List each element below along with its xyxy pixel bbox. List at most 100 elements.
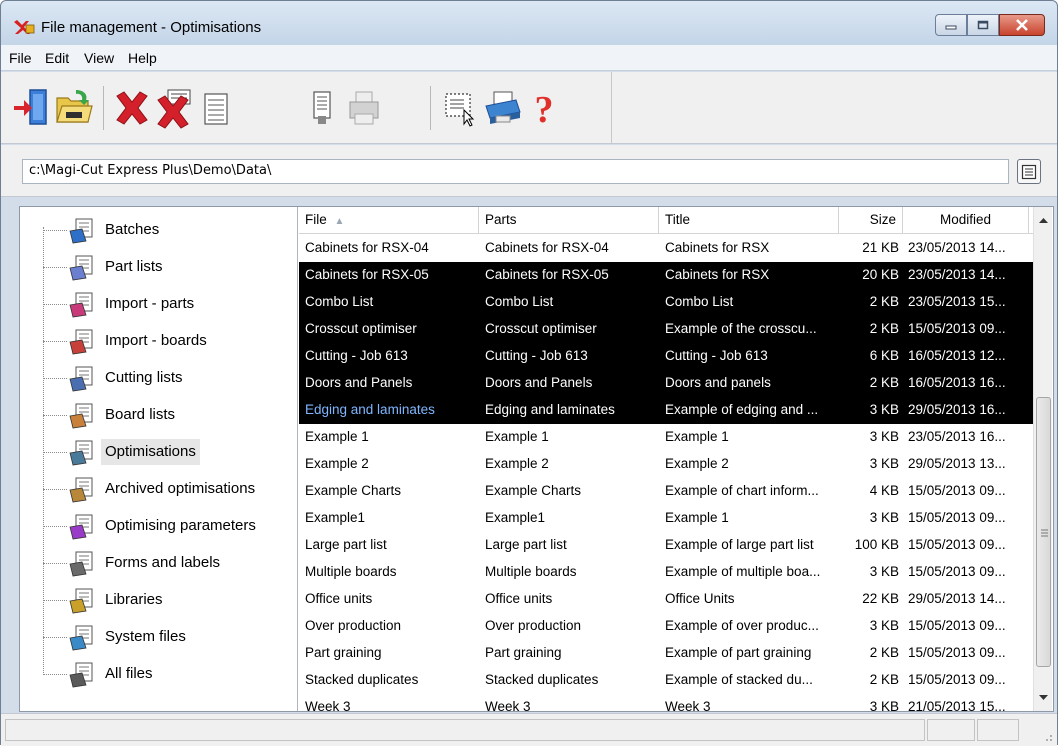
table-row[interactable]: Cabinets for RSX-04 Cabinets for RSX-04 Ca… bbox=[299, 235, 1033, 262]
tree-item-forms-and-labels[interactable]: Forms and labels bbox=[43, 546, 293, 582]
cell-file: Office units bbox=[305, 591, 373, 606]
cell-title: Example of part graining bbox=[665, 645, 812, 660]
table-row[interactable]: Large part list Large part list Example of… bbox=[299, 532, 1033, 559]
open-folder-button[interactable] bbox=[53, 84, 95, 132]
system-files-icon bbox=[69, 625, 93, 651]
menu-help[interactable]: Help bbox=[128, 50, 157, 66]
cell-modified: 16/05/2013 16... bbox=[908, 375, 1006, 390]
table-row[interactable]: Example Charts Example Charts Example of c… bbox=[299, 478, 1033, 505]
tree-item-batches[interactable]: Batches bbox=[43, 213, 293, 249]
resize-grip-icon[interactable] bbox=[1041, 730, 1053, 742]
scroll-down-icon[interactable] bbox=[1034, 687, 1053, 707]
tree-item-system-files[interactable]: System files bbox=[43, 620, 293, 656]
cell-size: 6 KB bbox=[869, 348, 899, 363]
cell-parts: Example Charts bbox=[485, 483, 582, 498]
status-pane-2 bbox=[927, 719, 975, 741]
print-preview-button[interactable] bbox=[301, 84, 343, 132]
table-row[interactable]: Part graining Part graining Example of par… bbox=[299, 640, 1033, 667]
title-bar[interactable]: File management - Optimisations bbox=[1, 1, 1057, 45]
delete-button[interactable] bbox=[111, 84, 153, 132]
table-row[interactable]: Edging and laminates Edging and laminates… bbox=[299, 397, 1033, 424]
properties-button[interactable] bbox=[195, 84, 237, 132]
table-row[interactable]: Multiple boards Multiple boards Example of… bbox=[299, 559, 1033, 586]
tree-item-label: Cutting lists bbox=[105, 369, 183, 386]
help-button[interactable]: ? bbox=[523, 84, 565, 132]
column-title[interactable]: Title bbox=[659, 207, 839, 234]
cell-size: 20 KB bbox=[862, 267, 899, 282]
table-row[interactable]: Office units Office units Office Units 22 K… bbox=[299, 586, 1033, 613]
table-row[interactable]: Doors and Panels Doors and Panels Doors an… bbox=[299, 370, 1033, 397]
column-size[interactable]: Size bbox=[839, 207, 903, 234]
batches-icon bbox=[69, 218, 93, 244]
cell-file: Example Charts bbox=[305, 483, 402, 498]
exit-button[interactable] bbox=[11, 84, 53, 132]
tree-item-cutting-lists[interactable]: Cutting lists bbox=[43, 361, 293, 397]
cell-title: Example 1 bbox=[665, 510, 729, 525]
tree-item-libraries[interactable]: Libraries bbox=[43, 583, 293, 619]
content-panel: Batches Part lists Import - parts Import - … bbox=[19, 206, 1054, 712]
vertical-scrollbar[interactable] bbox=[1033, 207, 1052, 711]
tree-item-optimisations[interactable]: Optimisations bbox=[43, 435, 293, 471]
menu-edit[interactable]: Edit bbox=[45, 50, 69, 66]
table-row[interactable]: Combo List Combo List Combo List 2 KB 23/05/… bbox=[299, 289, 1033, 316]
file-list: File ▲ Parts Title Size Modified Cabinet… bbox=[299, 207, 1053, 711]
cell-file: Cabinets for RSX-05 bbox=[305, 267, 429, 282]
cell-modified: 23/05/2013 15... bbox=[908, 294, 1006, 309]
cell-title: Office Units bbox=[665, 591, 735, 606]
cell-modified: 29/05/2013 14... bbox=[908, 591, 1006, 606]
tree-item-all-files[interactable]: All files bbox=[43, 657, 293, 693]
cell-modified: 15/05/2013 09... bbox=[908, 537, 1006, 552]
cell-modified: 15/05/2013 09... bbox=[908, 564, 1006, 579]
tree-item-label: Import - boards bbox=[105, 332, 207, 349]
table-row[interactable]: Example 2 Example 2 Example 2 3 KB 29/05/201… bbox=[299, 451, 1033, 478]
cell-parts: Part graining bbox=[485, 645, 562, 660]
tree-item-archived-optimisations[interactable]: Archived optimisations bbox=[43, 472, 293, 508]
properties-icon bbox=[204, 93, 228, 125]
column-modified[interactable]: Modified bbox=[903, 207, 1029, 234]
table-row[interactable]: Example1 Example1 Example 1 3 KB 15/05/2013 … bbox=[299, 505, 1033, 532]
maximize-button[interactable] bbox=[967, 14, 999, 36]
tree-item-optimising-parameters[interactable]: Optimising parameters bbox=[43, 509, 293, 545]
path-field[interactable]: c:\Magi-Cut Express Plus\Demo\Data\ bbox=[22, 159, 1009, 184]
table-row[interactable]: Crosscut optimiser Crosscut optimiser Exam… bbox=[299, 316, 1033, 343]
board-lists-icon bbox=[69, 403, 93, 429]
column-parts[interactable]: Parts bbox=[479, 207, 659, 234]
tree-item-import-parts[interactable]: Import - parts bbox=[43, 287, 293, 323]
list-header: File ▲ Parts Title Size Modified bbox=[299, 207, 1033, 234]
scrollbar-thumb[interactable] bbox=[1036, 397, 1051, 667]
table-row[interactable]: Example 1 Example 1 Example 1 3 KB 23/05/201… bbox=[299, 424, 1033, 451]
printer-disabled-button[interactable] bbox=[343, 84, 385, 132]
close-icon bbox=[1016, 19, 1028, 31]
table-row[interactable]: Over production Over production Example of… bbox=[299, 613, 1033, 640]
column-file-label: File bbox=[305, 212, 327, 227]
tree-item-label: Archived optimisations bbox=[105, 480, 256, 497]
minimize-icon bbox=[945, 25, 957, 30]
minimize-button[interactable] bbox=[935, 14, 967, 36]
scroll-up-icon[interactable] bbox=[1034, 211, 1053, 231]
select-button[interactable] bbox=[439, 84, 481, 132]
column-file[interactable]: File ▲ bbox=[299, 207, 479, 234]
tree-item-import-boards[interactable]: Import - boards bbox=[43, 324, 293, 360]
tree-item-part-lists[interactable]: Part lists bbox=[43, 250, 293, 286]
cell-file: Over production bbox=[305, 618, 402, 633]
delete-all-button[interactable] bbox=[153, 84, 195, 132]
cell-file: Doors and Panels bbox=[305, 375, 413, 390]
cell-parts: Example 1 bbox=[485, 429, 549, 444]
table-row[interactable]: Cabinets for RSX-05 Cabinets for RSX-05 Ca… bbox=[299, 262, 1033, 289]
cell-parts: Crosscut optimiser bbox=[485, 321, 597, 336]
cell-title: Example of over produc... bbox=[665, 618, 819, 633]
menu-view[interactable]: View bbox=[84, 50, 114, 66]
table-row[interactable]: Week 3 Week 3 Week 3 3 KB 21/05/2013 15... bbox=[299, 694, 1033, 711]
cell-file: Cutting - Job 613 bbox=[305, 348, 408, 363]
close-button[interactable] bbox=[999, 14, 1045, 36]
select-icon bbox=[445, 93, 475, 127]
tree-item-board-lists[interactable]: Board lists bbox=[43, 398, 293, 434]
cell-parts: Multiple boards bbox=[485, 564, 577, 579]
cell-size: 3 KB bbox=[869, 456, 899, 471]
menu-file[interactable]: File bbox=[9, 50, 32, 66]
cell-size: 3 KB bbox=[869, 564, 899, 579]
table-row[interactable]: Cutting - Job 613 Cutting - Job 613 Cuttin… bbox=[299, 343, 1033, 370]
table-row[interactable]: Stacked duplicates Stacked duplicates Exam… bbox=[299, 667, 1033, 694]
print-button[interactable] bbox=[481, 84, 523, 132]
browse-path-button[interactable] bbox=[1017, 159, 1041, 184]
